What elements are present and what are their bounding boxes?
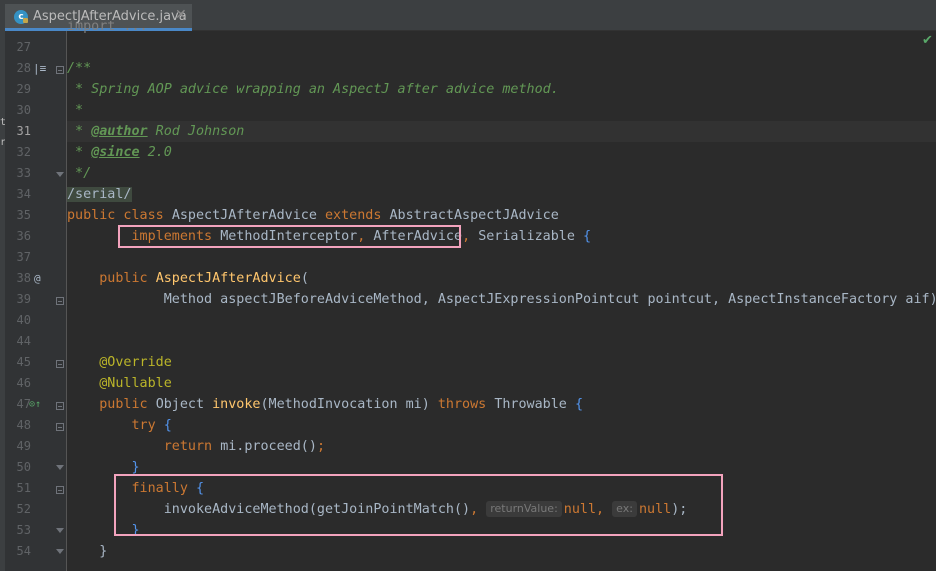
line-number[interactable]: 28 — [5, 58, 31, 79]
fold-marker[interactable] — [56, 465, 65, 474]
line-number[interactable]: 45 — [5, 352, 31, 373]
line-number[interactable]: 38 — [5, 268, 31, 289]
code-line-49[interactable]: return mi.proceed(); — [67, 436, 325, 457]
line-number[interactable]: 44 — [5, 331, 31, 352]
code-line-45[interactable]: @Override — [67, 352, 172, 373]
code-line-32[interactable]: * @since 2.0 — [67, 142, 172, 163]
check-icon[interactable]: ✔ — [922, 33, 933, 48]
line-number[interactable]: 35 — [5, 205, 31, 226]
line-number[interactable]: 32 — [5, 142, 31, 163]
code-line-46[interactable]: @Nullable — [67, 373, 172, 394]
code-line-31[interactable]: * @author Rod Johnson — [67, 121, 244, 142]
line-number[interactable]: 27 — [5, 37, 31, 58]
line-number[interactable]: 49 — [5, 436, 31, 457]
code-line-28[interactable]: /** — [67, 58, 91, 79]
line-number[interactable]: 46 — [5, 373, 31, 394]
code-line-33[interactable]: */ — [67, 163, 91, 184]
annotation-marker-icon[interactable]: @ — [34, 268, 41, 289]
line-number[interactable]: 37 — [5, 247, 31, 268]
code-line-38[interactable]: public AspectJAfterAdvice( — [67, 268, 309, 289]
code-line-39[interactable]: Method aspectJBeforeAdviceMethod, Aspect… — [67, 289, 936, 310]
fold-marker[interactable] — [56, 423, 64, 431]
code-line-48[interactable]: try { — [67, 415, 172, 436]
fold-marker[interactable] — [56, 172, 65, 181]
code-line-35[interactable]: public class AspectJAfterAdvice extends … — [67, 205, 559, 226]
line-number[interactable]: 29 — [5, 79, 31, 100]
line-number[interactable]: 34 — [5, 184, 31, 205]
line-number[interactable]: 52 — [5, 499, 31, 520]
line-number[interactable]: 51 — [5, 478, 31, 499]
fold-marker[interactable] — [56, 297, 64, 305]
code-line-29[interactable]: * Spring AOP advice wrapping an AspectJ … — [67, 79, 559, 100]
toggle-rendered-view-icon[interactable]: |≡ — [33, 58, 46, 79]
fold-marker[interactable] — [56, 66, 64, 74]
code-line-30[interactable]: * — [67, 100, 83, 121]
line-number[interactable]: 31 — [5, 121, 31, 142]
code-line-54[interactable]: } — [67, 541, 107, 562]
line-number[interactable]: 39 — [5, 289, 31, 310]
fold-marker[interactable] — [56, 486, 64, 494]
line-number[interactable]: 50 — [5, 457, 31, 478]
fold-marker[interactable] — [56, 402, 64, 410]
fold-marker[interactable] — [56, 528, 65, 537]
highlight-box-finally — [114, 474, 723, 536]
code-line-47[interactable]: public Object invoke(MethodInvocation mi… — [67, 394, 583, 415]
highlight-box-implements — [118, 225, 461, 248]
line-number[interactable]: 30 — [5, 100, 31, 121]
line-number[interactable]: 48 — [5, 415, 31, 436]
line-number[interactable]: 33 — [5, 163, 31, 184]
fold-marker[interactable] — [56, 360, 64, 368]
javadoc-since-tag: @since — [91, 145, 140, 160]
line-number[interactable]: 47 — [5, 394, 31, 415]
line-number[interactable]: 53 — [5, 520, 31, 541]
line-number[interactable]: 40 — [5, 310, 31, 331]
fold-marker[interactable] — [56, 549, 65, 558]
line-number[interactable]: 54 — [5, 541, 31, 562]
javadoc-author-tag: @author — [91, 124, 148, 139]
code-line-34[interactable]: /serial/ — [67, 184, 132, 205]
close-icon[interactable]: ✕ — [175, 7, 187, 23]
line-number[interactable]: 36 — [5, 226, 31, 247]
